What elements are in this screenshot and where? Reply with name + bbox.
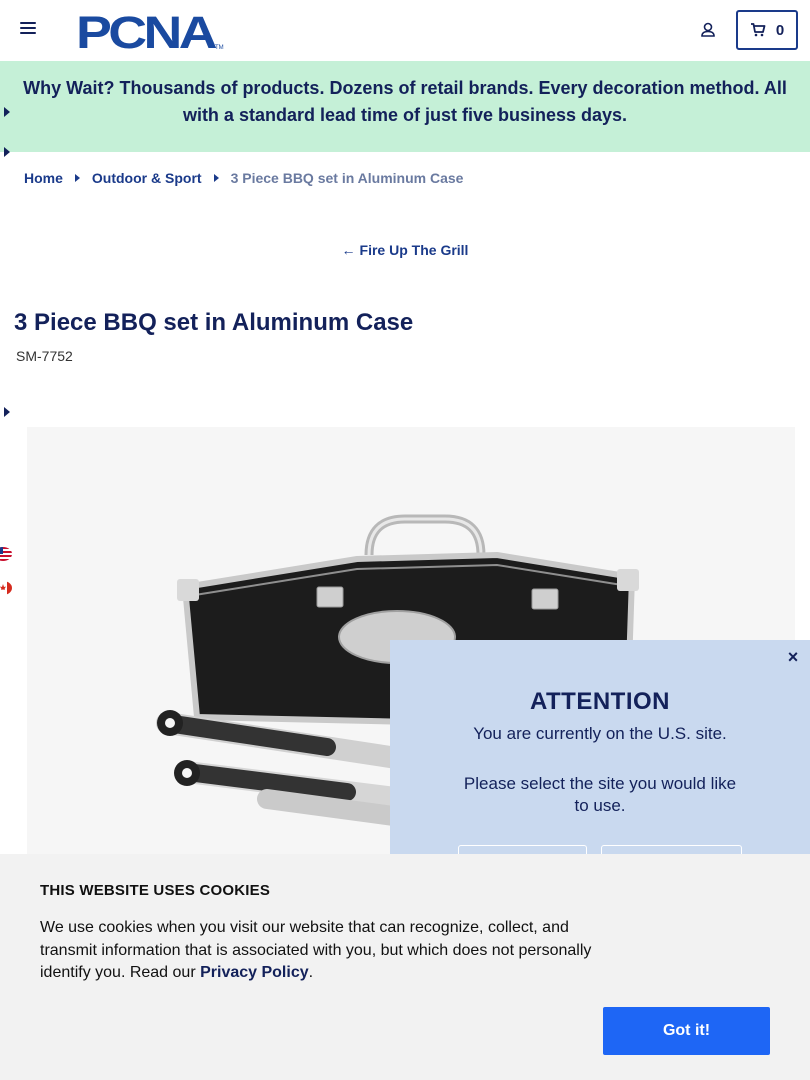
privacy-policy-link[interactable]: Privacy Policy [200, 964, 309, 981]
svg-text:TM: TM [215, 45, 224, 51]
close-icon[interactable]: × [786, 648, 800, 666]
menu-icon[interactable] [20, 22, 36, 38]
promo-text: Why Wait? Thousands of products. Dozens … [23, 78, 787, 125]
modal-select-text: Please select the site you would like to… [463, 774, 737, 815]
back-link[interactable]: ← Fire Up The Grill [0, 242, 810, 258]
caret-right-icon [213, 174, 219, 182]
modal-current-site-text: You are currently on the U.S. site. [473, 724, 727, 743]
us-flag-icon[interactable] [0, 547, 12, 561]
modal-title: ATTENTION [529, 688, 671, 715]
caret-right-icon[interactable] [4, 147, 10, 157]
caret-right-icon[interactable] [4, 407, 10, 417]
svg-text:PCNA: PCNA [76, 11, 217, 51]
page-title: 3 Piece BBQ set in Aluminum Case [14, 309, 414, 336]
site-select-modal: × ATTENTION You are currently on the U.S… [390, 640, 810, 859]
caret-right-icon[interactable] [4, 107, 10, 117]
account-icon[interactable] [698, 20, 718, 40]
cart-button[interactable]: 0 [736, 10, 798, 50]
site-header: PCNA TM 0 [0, 0, 810, 61]
cookie-text: We use cookies when you visit our websit… [40, 917, 610, 985]
cart-count: 0 [775, 21, 785, 39]
cookie-title: THIS WEBSITE USES COOKIES [40, 882, 271, 899]
breadcrumb-home[interactable]: Home [24, 170, 63, 186]
pcna-logo-graphic: PCNA TM [76, 7, 224, 58]
accept-cookies-button[interactable]: Got it! [603, 1007, 770, 1055]
pcna-logo[interactable]: PCNA TM [76, 7, 226, 58]
caret-right-icon [74, 174, 80, 182]
cookie-banner: THIS WEBSITE USES COOKIES We use cookies… [0, 854, 810, 1080]
cookie-body: We use cookies when you visit our websit… [40, 919, 592, 981]
canada-flag-icon[interactable] [0, 581, 12, 595]
product-sku: SM-7752 [16, 348, 73, 364]
breadcrumb-category[interactable]: Outdoor & Sport [92, 170, 202, 186]
cart-icon [750, 23, 766, 37]
arrow-left-icon: ← [341, 242, 356, 258]
promo-banner: Why Wait? Thousands of products. Dozens … [0, 61, 810, 152]
back-link-label: Fire Up The Grill [359, 242, 469, 258]
breadcrumb-current: 3 Piece BBQ set in Aluminum Case [230, 170, 464, 186]
breadcrumb: Home Outdoor & Sport 3 Piece BBQ set in … [24, 170, 463, 186]
cookie-period: . [308, 964, 314, 981]
